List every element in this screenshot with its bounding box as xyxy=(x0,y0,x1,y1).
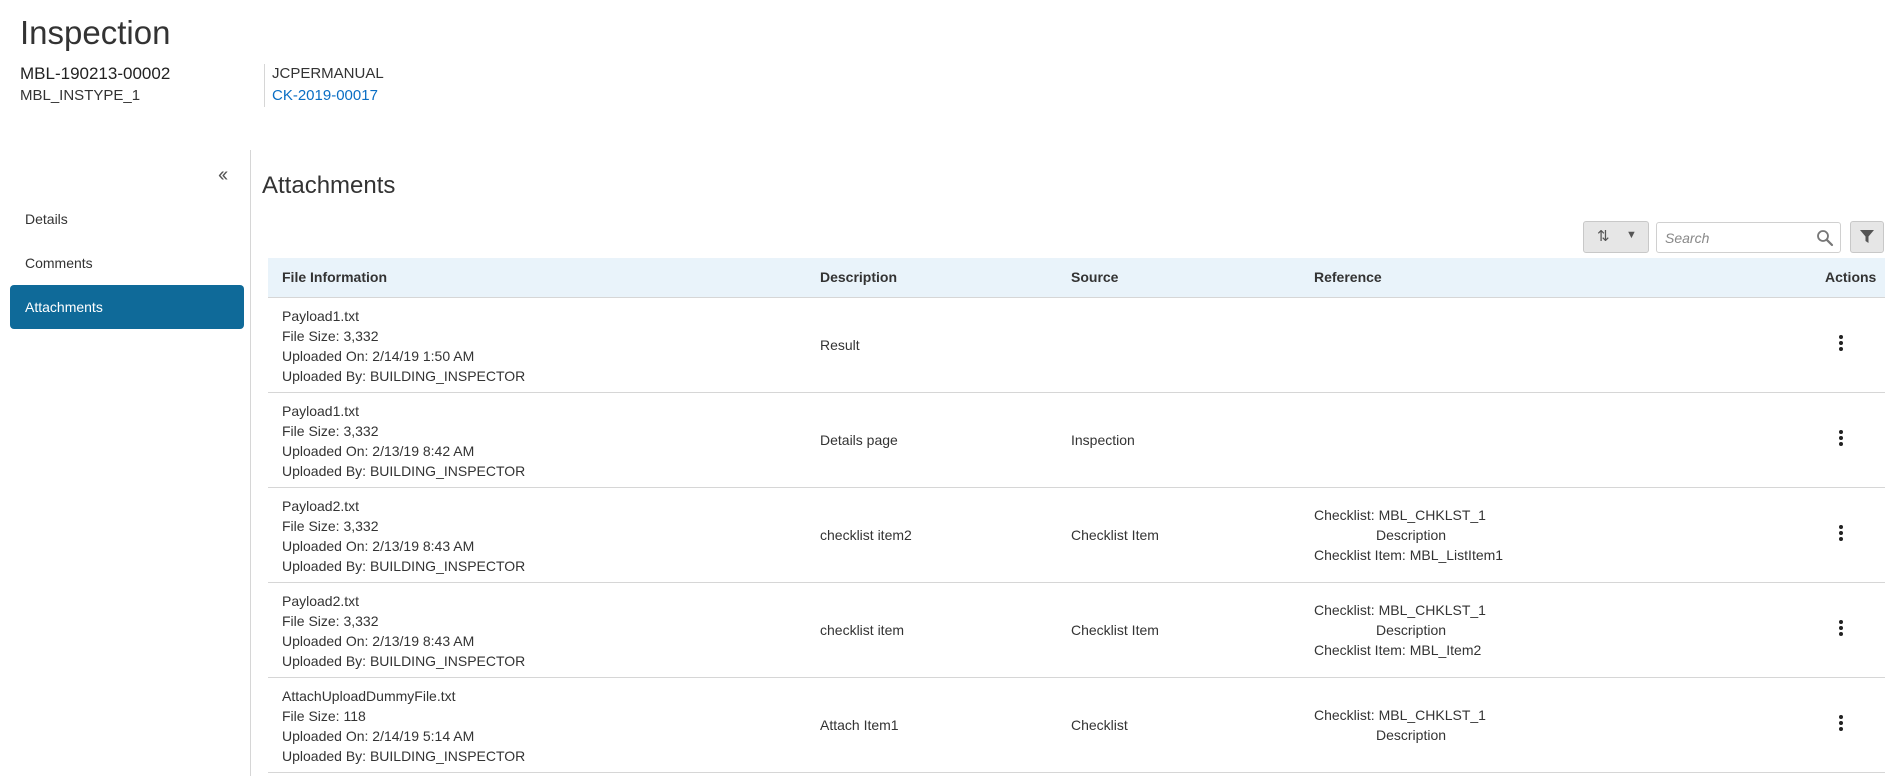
reference-checklist: Checklist: MBL_CHKLST_1 xyxy=(1314,507,1486,523)
page-title: Inspection xyxy=(20,14,171,51)
reference-cell xyxy=(1314,393,1376,487)
table-row[interactable]: Payload1.txt File Size: 3,332 Uploaded O… xyxy=(268,393,1885,488)
reference-cell: Checklist: MBL_CHKLST_1 Description Chec… xyxy=(1314,583,1486,677)
table-row[interactable]: Payload1.txt File Size: 3,332 Uploaded O… xyxy=(268,298,1885,393)
filter-icon xyxy=(1860,230,1874,243)
search-icon[interactable] xyxy=(1816,229,1834,247)
record-owner-info: JCPERMANUAL CK-2019-00017 xyxy=(272,63,384,107)
table-row[interactable]: AttachUploadDummyFile.txt File Size: 118… xyxy=(268,678,1885,773)
inspection-page: Inspection MBL-190213-00002 MBL_INSTYPE_… xyxy=(0,0,1897,776)
reference-cell: Checklist: MBL_CHKLST_1 Description Chec… xyxy=(1314,488,1503,582)
file-name: AttachUploadDummyFile.txt xyxy=(282,688,456,704)
uploaded-by: Uploaded By: BUILDING_INSPECTOR xyxy=(282,653,526,669)
description-cell: Details page xyxy=(820,432,898,448)
collapse-sidebar-icon[interactable]: ‹‹ xyxy=(218,164,228,187)
uploaded-on: Uploaded On: 2/14/19 5:14 AM xyxy=(282,728,475,744)
column-reference[interactable]: Reference xyxy=(1314,258,1382,297)
file-info-cell: Payload2.txt File Size: 3,332 Uploaded O… xyxy=(282,496,525,576)
caret-down-icon: ▼ xyxy=(1626,229,1637,241)
header-divider xyxy=(264,64,265,107)
description-cell: Result xyxy=(820,337,860,353)
uploaded-by: Uploaded By: BUILDING_INSPECTOR xyxy=(282,558,526,574)
reference-description: Description xyxy=(1376,727,1447,743)
record-owner: JCPERMANUAL xyxy=(272,65,384,82)
source-cell: Checklist Item xyxy=(1071,527,1159,543)
search-input[interactable] xyxy=(1657,223,1823,252)
description-cell: Attach Item1 xyxy=(820,717,899,733)
record-type: MBL_INSTYPE_1 xyxy=(20,87,141,104)
record-id: MBL-190213-00002 xyxy=(20,64,171,83)
attachments-table: File Information Description Source Refe… xyxy=(268,258,1885,773)
description-cell: checklist item xyxy=(820,622,905,638)
reference-cell: Checklist: MBL_CHKLST_1 Description xyxy=(1314,678,1486,772)
file-name: Payload1.txt xyxy=(282,403,360,419)
kebab-menu-icon[interactable] xyxy=(1829,618,1853,642)
case-link[interactable]: CK-2019-00017 xyxy=(272,87,378,104)
uploaded-by: Uploaded By: BUILDING_INSPECTOR xyxy=(282,748,526,764)
sidebar-item-attachments[interactable]: Attachments xyxy=(10,285,244,329)
source-cell: Checklist Item xyxy=(1071,622,1159,638)
column-description[interactable]: Description xyxy=(820,258,897,297)
file-name: Payload2.txt xyxy=(282,498,360,514)
uploaded-by: Uploaded By: BUILDING_INSPECTOR xyxy=(282,368,526,384)
uploaded-on: Uploaded On: 2/13/19 8:43 AM xyxy=(282,538,475,554)
uploaded-on: Uploaded On: 2/13/19 8:42 AM xyxy=(282,443,475,459)
record-summary: MBL-190213-00002 MBL_INSTYPE_1 xyxy=(20,63,170,107)
reference-checklist: Checklist: MBL_CHKLST_1 xyxy=(1314,602,1486,618)
uploaded-on: Uploaded On: 2/13/19 8:43 AM xyxy=(282,633,475,649)
file-name: Payload2.txt xyxy=(282,593,360,609)
table-row[interactable]: Payload2.txt File Size: 3,332 Uploaded O… xyxy=(268,583,1885,678)
file-info-cell: AttachUploadDummyFile.txt File Size: 118… xyxy=(282,686,525,766)
source-cell: Checklist xyxy=(1071,717,1128,733)
kebab-menu-icon[interactable] xyxy=(1829,428,1853,452)
sort-icon: ⇅ xyxy=(1597,228,1610,245)
table-header: File Information Description Source Refe… xyxy=(268,258,1885,298)
source-cell: Inspection xyxy=(1071,432,1135,448)
reference-description: Description xyxy=(1376,622,1447,638)
uploaded-by: Uploaded By: BUILDING_INSPECTOR xyxy=(282,463,526,479)
column-actions: Actions xyxy=(1825,269,1877,285)
reference-checklist: Checklist: MBL_CHKLST_1 xyxy=(1314,707,1486,723)
file-info-cell: Payload2.txt File Size: 3,332 Uploaded O… xyxy=(282,591,525,671)
kebab-menu-icon[interactable] xyxy=(1829,713,1853,737)
sidebar-divider xyxy=(250,150,251,776)
reference-description: Description xyxy=(1376,527,1447,543)
column-file-information[interactable]: File Information xyxy=(282,258,387,297)
file-info-cell: Payload1.txt File Size: 3,332 Uploaded O… xyxy=(282,306,525,386)
file-size: File Size: 3,332 xyxy=(282,423,379,439)
file-size: File Size: 118 xyxy=(282,708,366,724)
file-name: Payload1.txt xyxy=(282,308,360,324)
table-row[interactable]: Payload2.txt File Size: 3,332 Uploaded O… xyxy=(268,488,1885,583)
kebab-menu-icon[interactable] xyxy=(1829,523,1853,547)
filter-button[interactable] xyxy=(1850,221,1884,253)
kebab-menu-icon[interactable] xyxy=(1829,333,1853,357)
uploaded-on: Uploaded On: 2/14/19 1:50 AM xyxy=(282,348,475,364)
column-source[interactable]: Source xyxy=(1071,258,1118,297)
section-title: Attachments xyxy=(262,172,396,199)
reference-checklist-item: Checklist Item: MBL_Item2 xyxy=(1314,642,1482,658)
description-cell: checklist item2 xyxy=(820,527,912,543)
file-size: File Size: 3,332 xyxy=(282,613,379,629)
file-size: File Size: 3,332 xyxy=(282,328,379,344)
search-field xyxy=(1656,222,1841,253)
reference-cell xyxy=(1314,298,1376,392)
file-info-cell: Payload1.txt File Size: 3,332 Uploaded O… xyxy=(282,401,525,481)
file-size: File Size: 3,332 xyxy=(282,518,379,534)
sort-button[interactable]: ⇅ ▼ xyxy=(1583,221,1649,253)
sidebar-item-comments[interactable]: Comments xyxy=(10,241,244,285)
reference-checklist-item: Checklist Item: MBL_ListItem1 xyxy=(1314,547,1504,563)
sidebar-item-details[interactable]: Details xyxy=(10,197,244,241)
